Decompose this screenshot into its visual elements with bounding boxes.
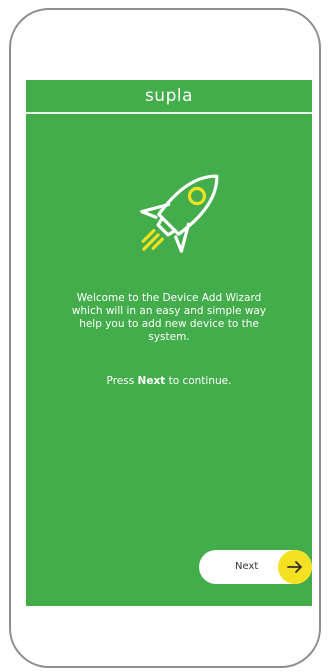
arrow-right-icon [278,550,312,584]
welcome-text: Welcome to the Device Add Wizard which w… [71,292,267,343]
header-divider [26,112,312,114]
press-next-hint: Press Next to continue. [26,375,312,387]
app-title: supla [144,86,194,106]
press-suffix: to continue. [168,375,232,387]
top-bar: supla [26,80,312,112]
wizard-screen: supla Welcome to the Device Add Wizard w… [26,80,312,606]
press-next-bold: Next [137,375,166,387]
rocket-icon [140,174,219,253]
next-button[interactable]: Next [199,550,312,584]
next-button-label: Next [235,561,259,572]
press-prefix: Press [106,375,135,387]
